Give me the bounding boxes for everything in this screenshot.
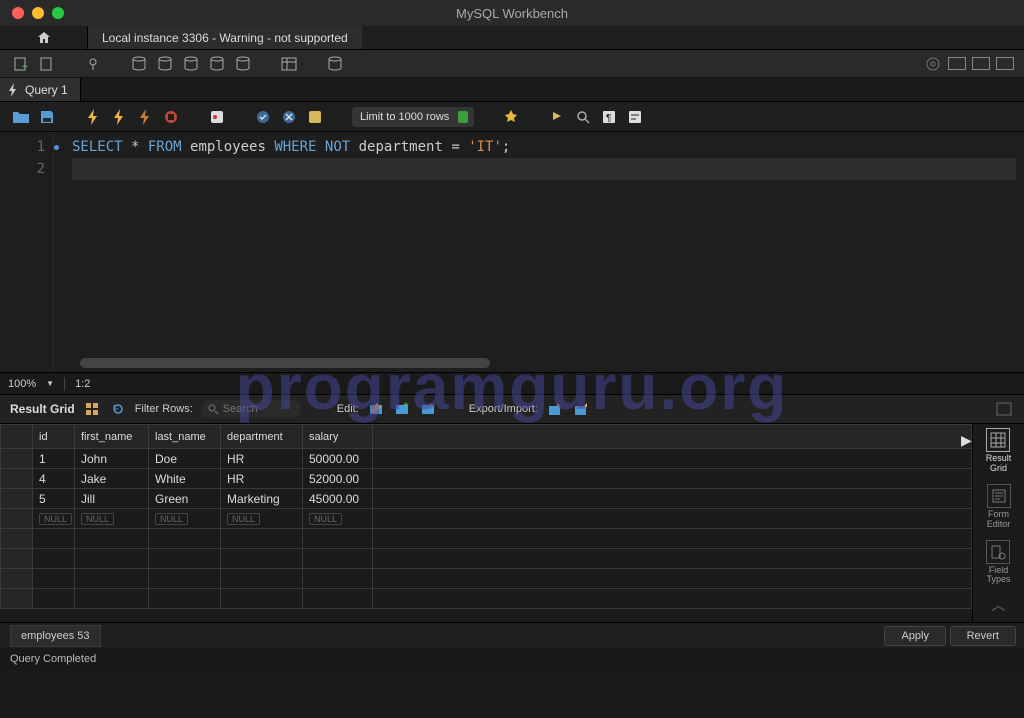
wrap-icon[interactable] bbox=[626, 108, 644, 126]
table-row[interactable]: 5JillGreenMarketing45000.00 bbox=[1, 489, 972, 509]
traffic-lights bbox=[0, 7, 64, 19]
sql-editor[interactable]: 1 2 SELECT * FROM employees WHERE NOT de… bbox=[0, 132, 1024, 372]
db-icon-5[interactable] bbox=[234, 55, 252, 73]
lightning-icon bbox=[8, 83, 19, 97]
db-icon-1[interactable] bbox=[130, 55, 148, 73]
wrap-cell-icon[interactable] bbox=[996, 402, 1012, 416]
import-icon[interactable] bbox=[572, 400, 590, 418]
result-grid-label: Result Grid bbox=[10, 402, 75, 416]
svg-text:−: − bbox=[429, 402, 435, 411]
search-icon[interactable] bbox=[574, 108, 592, 126]
beautify-icon[interactable] bbox=[502, 108, 520, 126]
db-icon-3[interactable] bbox=[182, 55, 200, 73]
commit-icon[interactable] bbox=[254, 108, 272, 126]
export-import-label: Export/Import: bbox=[469, 403, 538, 415]
inspector-icon[interactable] bbox=[84, 55, 102, 73]
toggle-left-panel-button[interactable] bbox=[948, 57, 966, 70]
result-area: id first_name last_name department salar… bbox=[0, 424, 1024, 622]
toggle-autocommit-icon[interactable] bbox=[208, 108, 226, 126]
toggle-whitespace-icon[interactable] bbox=[306, 108, 324, 126]
results-toolbar: Result Grid Filter Rows: Edit: + − Expor… bbox=[0, 394, 1024, 424]
table-row-null[interactable]: NULL NULL NULL NULL NULL bbox=[1, 509, 972, 529]
toggle-invisible-icon[interactable]: ¶ bbox=[600, 108, 618, 126]
db-icon-4[interactable] bbox=[208, 55, 226, 73]
query-tab[interactable]: Query 1 bbox=[0, 78, 81, 101]
execute-current-icon[interactable] bbox=[110, 108, 128, 126]
revert-button[interactable]: Revert bbox=[950, 626, 1016, 646]
result-sheet-tab[interactable]: employees 53 bbox=[10, 625, 101, 647]
export-icon[interactable] bbox=[546, 400, 564, 418]
grid-view-icon[interactable] bbox=[83, 400, 101, 418]
new-sql-tab-icon[interactable]: + bbox=[12, 55, 30, 73]
status-bar: Query Completed bbox=[0, 648, 1024, 670]
toggle-right-panel-button[interactable] bbox=[996, 57, 1014, 70]
table-row[interactable]: 1JohnDoeHR50000.00 bbox=[1, 449, 972, 469]
db-refresh-icon[interactable] bbox=[326, 55, 344, 73]
zoom-level[interactable]: 100% bbox=[8, 378, 36, 390]
result-side-panel: ▶ Result Grid Form Editor Field Types ︿ … bbox=[972, 424, 1024, 622]
refresh-icon[interactable] bbox=[109, 400, 127, 418]
maximize-window-button[interactable] bbox=[52, 7, 64, 19]
delete-row-icon[interactable]: − bbox=[419, 400, 437, 418]
field-types-mode-button[interactable]: Field Types bbox=[986, 540, 1010, 586]
svg-text:+: + bbox=[22, 62, 28, 72]
editor-horizontal-scrollbar[interactable] bbox=[80, 358, 490, 368]
column-header[interactable]: department bbox=[221, 425, 303, 449]
column-header[interactable]: first_name bbox=[75, 425, 149, 449]
result-grid[interactable]: id first_name last_name department salar… bbox=[0, 424, 972, 622]
column-header[interactable]: salary bbox=[303, 425, 373, 449]
cursor-position: 1:2 bbox=[75, 378, 90, 390]
close-window-button[interactable] bbox=[12, 7, 24, 19]
save-file-icon[interactable] bbox=[38, 108, 56, 126]
home-tab[interactable] bbox=[0, 26, 88, 49]
db-icon-2[interactable] bbox=[156, 55, 174, 73]
add-row-icon[interactable]: + bbox=[393, 400, 411, 418]
open-sql-file-icon[interactable] bbox=[38, 55, 56, 73]
table-row[interactable]: 4JakeWhiteHR52000.00 bbox=[1, 469, 972, 489]
toggle-bottom-panel-button[interactable] bbox=[972, 57, 990, 70]
chevron-up-icon[interactable]: ︿ bbox=[992, 595, 1006, 615]
svg-text:¶: ¶ bbox=[606, 113, 611, 124]
explain-icon[interactable] bbox=[136, 108, 154, 126]
edit-row-icon[interactable] bbox=[367, 400, 385, 418]
find-icon[interactable] bbox=[548, 108, 566, 126]
query-toolbar: Limit to 1000 rows ¶ bbox=[0, 102, 1024, 132]
column-header[interactable]: id bbox=[33, 425, 75, 449]
main-toolbar: + bbox=[0, 50, 1024, 78]
minimize-window-button[interactable] bbox=[32, 7, 44, 19]
table-icon[interactable] bbox=[280, 55, 298, 73]
collapse-panel-arrow-icon[interactable]: ▶ bbox=[961, 432, 972, 449]
settings-gear-icon[interactable] bbox=[924, 55, 942, 73]
app-title: MySQL Workbench bbox=[456, 6, 568, 21]
connection-tab[interactable]: Local instance 3306 - Warning - not supp… bbox=[88, 26, 362, 49]
limit-rows-select[interactable]: Limit to 1000 rows bbox=[352, 107, 474, 127]
result-grid-mode-button[interactable]: Result Grid bbox=[986, 428, 1012, 474]
editor-gutter: 1 2 bbox=[0, 132, 54, 372]
apply-button[interactable]: Apply bbox=[884, 626, 946, 646]
column-header[interactable]: last_name bbox=[149, 425, 221, 449]
home-icon bbox=[36, 30, 52, 46]
query-tab-label: Query 1 bbox=[25, 83, 68, 97]
table-header-row: id first_name last_name department salar… bbox=[1, 425, 972, 449]
execute-icon[interactable] bbox=[84, 108, 102, 126]
editor-status-bar: 100% ▼ 1:2 bbox=[0, 372, 1024, 394]
stop-icon[interactable] bbox=[162, 108, 180, 126]
form-editor-mode-button[interactable]: Form Editor bbox=[987, 484, 1011, 530]
query-tabstrip: Query 1 bbox=[0, 78, 1024, 102]
search-icon bbox=[207, 403, 219, 415]
status-text: Query Completed bbox=[10, 653, 96, 665]
titlebar: MySQL Workbench bbox=[0, 0, 1024, 26]
edit-label: Edit: bbox=[337, 403, 359, 415]
result-sheet-bar: employees 53 Apply Revert bbox=[0, 622, 1024, 648]
svg-text:+: + bbox=[403, 402, 409, 411]
filter-rows-label: Filter Rows: bbox=[135, 403, 193, 415]
connection-tabstrip: Local instance 3306 - Warning - not supp… bbox=[0, 26, 1024, 50]
rollback-icon[interactable] bbox=[280, 108, 298, 126]
open-file-icon[interactable] bbox=[12, 108, 30, 126]
